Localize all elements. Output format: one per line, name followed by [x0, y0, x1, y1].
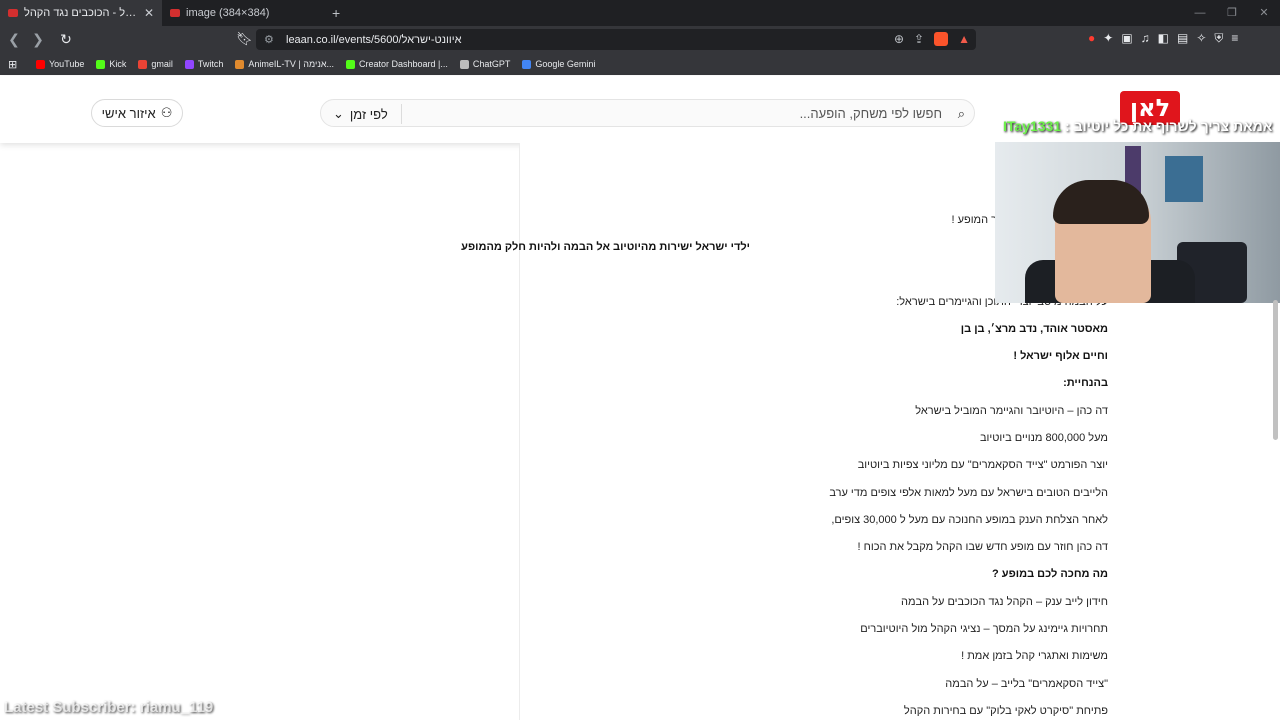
description-line: פתיחת "סיקרט לאקי בלוק" עם בחירות הקהל	[903, 705, 1108, 717]
description-line: וחיים אלוף ישראל !	[1013, 350, 1108, 362]
divider	[401, 104, 402, 124]
zoom-icon[interactable]: ⊕	[894, 32, 904, 46]
bookmark-kick[interactable]: Kick	[96, 59, 126, 69]
gemini-icon	[522, 59, 532, 69]
search-icon[interactable]: ⌕	[958, 106, 965, 122]
bookmark-gmail[interactable]: gmail	[138, 59, 173, 69]
chatgpt-icon	[459, 59, 469, 69]
description-line: תחרויות גיימינג על המסך – נציגי הקהל מול…	[860, 623, 1108, 635]
brave-shields-icon[interactable]	[934, 32, 949, 46]
webcam-overlay	[995, 142, 1280, 303]
latest-subscriber-overlay: Latest Subscriber: riamu_119	[4, 699, 214, 716]
sidebar-icon[interactable]: ◧	[1158, 31, 1169, 46]
site-info-icon[interactable]: ⚙︎	[264, 33, 278, 46]
extension-record-icon[interactable]: ●	[1088, 31, 1095, 46]
tab-event-page[interactable]: איוונט ישראל - הכוכבים נגד הקהל ✕	[0, 0, 162, 26]
browser-toolbar: ❮ ❯ ↻ 🔖︎ ⚙︎ leaan.co.il/events/5600/איוו…	[0, 26, 1280, 53]
bookmark-icon[interactable]: 🔖︎	[236, 31, 253, 47]
image-favicon-icon	[170, 9, 180, 17]
description-line: משימות ואתגרי קהל בזמן אמת !	[961, 650, 1108, 662]
youtube-icon	[36, 59, 45, 69]
personal-area-label: איזור אישי	[101, 105, 156, 121]
bookmark-youtube[interactable]: YouTube	[36, 59, 84, 69]
animeil-icon	[235, 59, 245, 69]
ai-icon[interactable]: ✧	[1196, 31, 1206, 46]
window-controls: — ❐ ✕	[1184, 0, 1280, 26]
browser-tab-bar: איוונט ישראל - הכוכבים נגד הקהל ✕ image …	[0, 0, 1280, 26]
description-line: דה כהן חוזר עם מופע חדש שבו הקהל מקבל את…	[857, 541, 1108, 553]
chat-username: ITay1331	[1003, 118, 1062, 134]
description-line: יוצר הפורמט "צייד הסקאמרים" עם מליוני צפ…	[857, 459, 1108, 471]
bookmark-creator-dashboard[interactable]: Creator Dashboard |...	[346, 59, 448, 69]
reload-icon[interactable]: ↻	[56, 31, 76, 48]
bookmarks-bar: ⊞ YouTube Kick gmail Twitch AnimeIL-TV |…	[0, 53, 1280, 75]
sort-label: לפי זמן	[349, 106, 388, 122]
url-text: leaan.co.il/events/5600/איוונט-ישראל	[286, 33, 462, 46]
address-bar-actions: ⊕ ⇪ ▲	[894, 32, 970, 46]
close-window-icon[interactable]: ✕	[1248, 0, 1280, 26]
sort-dropdown[interactable]: ⌄ לפי זמן	[333, 100, 388, 128]
twitch-icon	[184, 59, 194, 69]
description-line: "צייד הסקאמרים" בלייב – על הבמה	[945, 678, 1108, 690]
site-favicon-icon	[8, 9, 18, 17]
description-line: מעל 800,000 מנויים ביוטיוב	[979, 432, 1108, 444]
personal-area-button[interactable]: איזור אישי ⚇	[91, 99, 183, 127]
address-bar[interactable]: ⚙︎ leaan.co.il/events/5600/איוונט-ישראל …	[256, 29, 976, 50]
back-icon[interactable]: ❮	[4, 31, 24, 48]
kick-icon	[96, 59, 106, 69]
description-line: לאחר הצלחת הענק במופע החנוכה עם מעל ל 30…	[831, 514, 1108, 526]
bookmark-gemini[interactable]: Google Gemini	[522, 59, 595, 69]
tab-image[interactable]: image (384×384)	[162, 0, 322, 26]
description-line: בהנחיית:	[1063, 377, 1108, 389]
extension-icons: ● ✦ ▣ ♫ ◧ ▤ ✧ ⛨ ≡	[1088, 31, 1238, 46]
chat-message: : אמאת צריך לשרוף את כל יוטיוב	[1061, 118, 1273, 134]
forward-icon[interactable]: ❯	[28, 31, 48, 48]
brave-rewards-icon[interactable]: ▲	[958, 32, 970, 46]
share-icon[interactable]: ⇪	[914, 32, 924, 46]
description-line: מאסטר אוהד, נדב מרצ׳, בן בן	[960, 323, 1108, 335]
chevron-down-icon: ⌄	[333, 106, 344, 121]
description-line: חידון לייב ענק – הקהל נגד הכוכבים על הבמ…	[901, 596, 1108, 608]
tab-title: איוונט ישראל - הכוכבים נגד הקהל	[24, 7, 138, 19]
tab-title: image (384×384)	[186, 7, 270, 19]
menu-icon[interactable]: ≡	[1231, 31, 1238, 46]
puzzle-icon[interactable]: ✦	[1103, 31, 1113, 46]
user-icon: ⚇	[160, 105, 173, 120]
description-line: הלייבים הטובים בישראל עם מעל למאות אלפי …	[829, 487, 1108, 499]
screenshot-icon[interactable]: ▣	[1121, 31, 1132, 46]
close-tab-icon[interactable]: ✕	[144, 6, 154, 20]
maximize-icon[interactable]: ❐	[1216, 0, 1248, 26]
wallet-icon[interactable]: ▤	[1177, 31, 1188, 46]
kick-dashboard-icon	[346, 59, 355, 69]
bookmark-animeil[interactable]: AnimeIL-TV | אנימה...	[235, 59, 334, 69]
search-bar: ⌄ לפי זמן חפשו לפי משחק, הופעה... ⌕	[320, 99, 975, 127]
new-tab-button[interactable]: +	[332, 5, 340, 21]
music-icon[interactable]: ♫	[1141, 31, 1150, 46]
gmail-icon	[138, 59, 148, 69]
bookmark-chatgpt[interactable]: ChatGPT	[459, 59, 510, 69]
search-input[interactable]: חפשו לפי משחק, הופעה...	[800, 100, 942, 128]
apps-grid-icon[interactable]: ⊞	[8, 58, 20, 71]
description-line: דה כהן – היוטיובר והגיימר המוביל בישראל	[915, 405, 1108, 417]
description-line: מה מחכה לכם במופע ?	[992, 568, 1108, 580]
minimize-icon[interactable]: —	[1184, 0, 1216, 26]
vpn-icon[interactable]: ⛨	[1214, 31, 1223, 46]
page-scrollbar[interactable]	[1273, 300, 1278, 440]
bookmark-twitch[interactable]: Twitch	[184, 59, 223, 69]
stream-chat-alert: ITay1331 : אמאת צריך לשרוף את כל יוטיוב	[1003, 118, 1272, 134]
